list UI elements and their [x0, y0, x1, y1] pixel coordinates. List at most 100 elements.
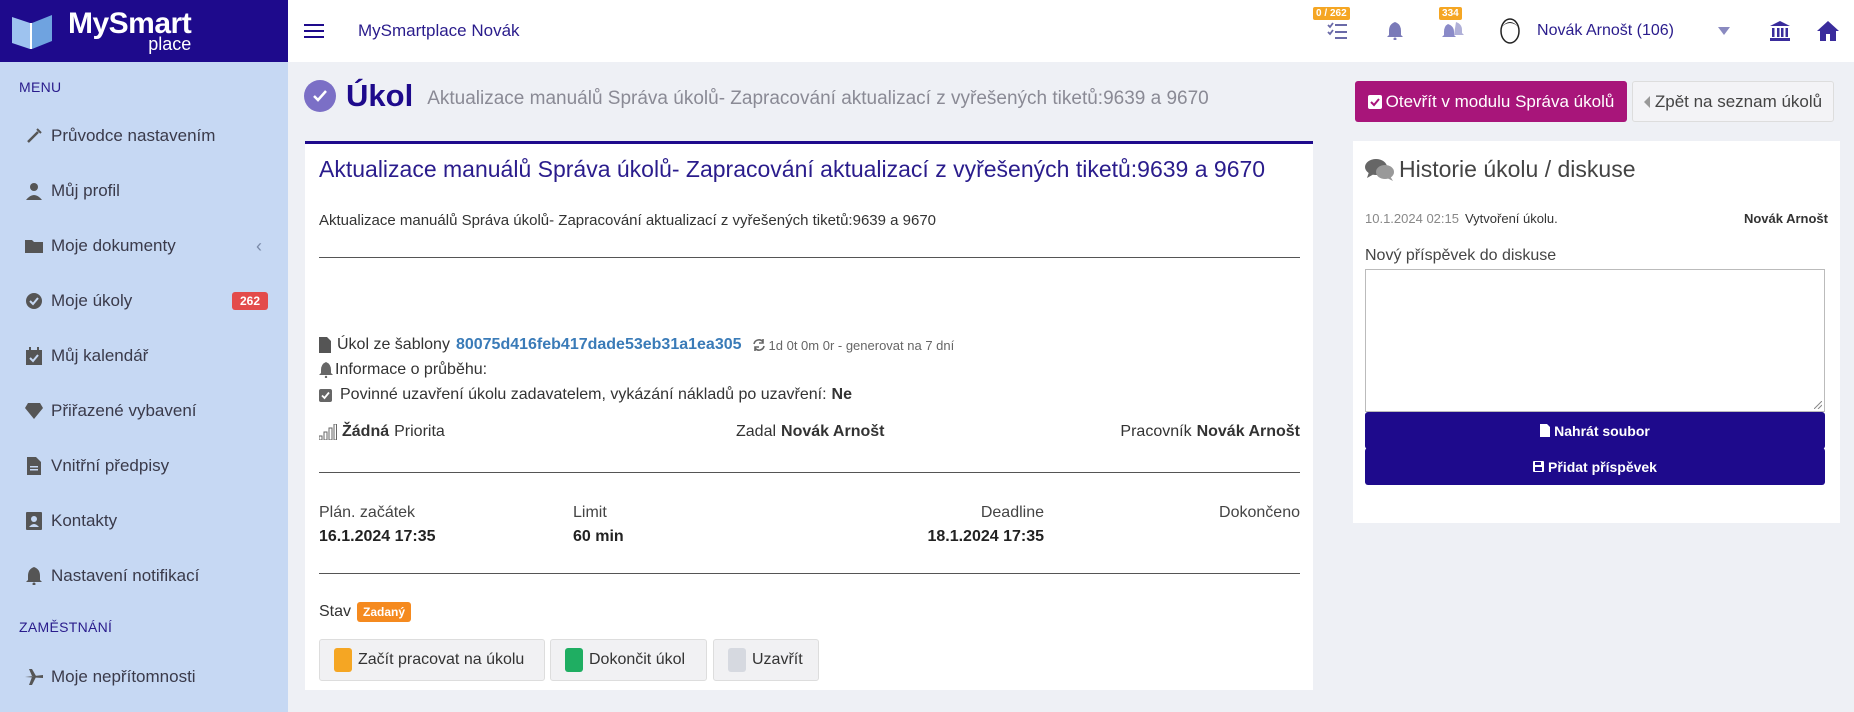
sidebar-item-setup-guide[interactable]: Průvodce nastavením: [0, 116, 288, 156]
done-label: Dokončeno: [1219, 504, 1300, 521]
plan-start-label: Plán. začátek: [319, 504, 416, 521]
close-task-button[interactable]: Uzavřít: [713, 639, 819, 681]
sidebar-item-label: Kontakty: [51, 511, 118, 530]
checkbox-icon: [1367, 94, 1382, 109]
user-menu[interactable]: Novák Arnošt (106): [1537, 22, 1674, 40]
announcements-icon[interactable]: 334: [1439, 7, 1465, 43]
menu-section-label: MENU: [19, 79, 62, 95]
sidebar-item-documents[interactable]: Moje dokumenty ‹: [0, 226, 288, 266]
notification-bell-icon[interactable]: [1383, 19, 1407, 43]
hamburger-menu-icon[interactable]: [304, 20, 324, 42]
sidebar-item-label: Nastavení notifikací: [51, 566, 200, 585]
page-header: Úkol Aktualizace manuálů Správa úkolů- Z…: [304, 78, 1209, 114]
chevron-down-icon[interactable]: [1712, 19, 1736, 43]
history-entry-date: 10.1.2024 02:15: [1365, 211, 1459, 226]
sidebar-item-equipment[interactable]: Přiřazené vybavení: [0, 391, 288, 431]
contact-icon: [24, 511, 44, 531]
calendar-icon: [24, 346, 44, 366]
folder-icon: [24, 236, 44, 256]
caret-left-icon: [1643, 95, 1650, 108]
user-icon: [24, 181, 44, 201]
history-entry: 10.1.2024 02:15 Vytvoření úkolu. Novák A…: [1365, 211, 1828, 226]
institution-icon[interactable]: [1768, 19, 1792, 43]
bell-icon: [319, 362, 333, 378]
divider: [319, 472, 1300, 473]
diamond-icon: [24, 401, 44, 421]
limit-value: 60 min: [573, 528, 624, 545]
comments-icon: [1365, 158, 1395, 182]
open-in-module-button[interactable]: Otevřít v modulu Správa úkolů: [1355, 81, 1627, 122]
avatar[interactable]: [1497, 16, 1523, 46]
resize-handle-icon[interactable]: [1814, 401, 1822, 409]
history-title: Historie úkolu / diskuse: [1399, 156, 1636, 182]
plan-start-value: 16.1.2024 17:35: [319, 528, 436, 545]
history-entry-author: Novák Arnošt: [1743, 211, 1828, 226]
document-icon: [24, 456, 44, 476]
task-description: Aktualizace manuálů Správa úkolů- Zaprac…: [319, 212, 937, 229]
save-icon: [1533, 461, 1545, 472]
sidebar-item-contacts[interactable]: Kontakty: [0, 501, 288, 541]
check-circle-icon: [24, 291, 44, 311]
finish-task-button[interactable]: Dokončit úkol: [550, 639, 707, 681]
state-row: Stav Zadaný: [319, 602, 412, 622]
divider: [319, 257, 1300, 258]
orange-square-icon: [334, 648, 352, 672]
plane-icon: [24, 667, 44, 687]
sidebar-item-absences[interactable]: Moje nepřítomnosti: [0, 657, 288, 697]
priority-value: Žádná: [342, 423, 390, 440]
worker-name: Novák Arnošt: [1196, 423, 1300, 440]
new-post-label: Nový příspěvek do diskuse: [1365, 247, 1557, 264]
page-title: Úkol: [346, 78, 414, 113]
sidebar-item-tasks[interactable]: Moje úkoly 262: [0, 281, 288, 321]
add-post-button[interactable]: Přidat příspěvek: [1365, 448, 1825, 485]
start-work-button[interactable]: Začít pracovat na úkolu: [319, 639, 545, 681]
template-link[interactable]: 80075d416feb417dade53eb31a1ea305: [456, 336, 742, 354]
page-subtitle: Aktualizace manuálů Správa úkolů- Zaprac…: [427, 88, 1209, 109]
assigner-name: Novák Arnošt: [781, 423, 885, 440]
wand-icon: [24, 126, 44, 146]
sidebar: MySmart place MENU Průvodce nastavením M…: [0, 0, 288, 712]
logo[interactable]: MySmart place: [0, 0, 288, 62]
tasks-counter-badge: 0 / 262: [1313, 7, 1350, 20]
deadline-value: 18.1.2024 17:35: [927, 528, 1044, 545]
new-post-textarea[interactable]: [1365, 269, 1825, 412]
back-to-list-button[interactable]: Zpět na seznam úkolů: [1632, 81, 1834, 122]
sidebar-item-regulations[interactable]: Vnitřní předpisy: [0, 446, 288, 486]
sidebar-item-label: Můj kalendář: [51, 346, 149, 365]
recurrence-text: 1d 0t 0m 0r - generovat na 7 dní: [768, 337, 955, 353]
template-row: Úkol ze šablony 80075d416feb417dade53eb3…: [319, 336, 954, 354]
assigner: Zadal Novák Arnošt: [736, 423, 885, 440]
logo-book-icon: [10, 11, 54, 51]
repeat-icon: [752, 338, 766, 352]
sidebar-item-calendar[interactable]: Můj kalendář: [0, 336, 288, 376]
tasks-count-badge: 262: [231, 292, 268, 310]
sidebar-item-label: Moje dokumenty: [51, 236, 176, 255]
sidebar-item-label: Průvodce nastavením: [51, 126, 216, 145]
progress-info-row: Informace o průběhu:: [319, 361, 487, 379]
task-history-card: Historie úkolu / diskuse 10.1.2024 02:15…: [1353, 141, 1840, 523]
announcements-counter-badge: 334: [1439, 7, 1462, 20]
history-entry-text: Vytvoření úkolu.: [1464, 211, 1558, 226]
status-badge: Zadaný: [357, 602, 412, 622]
task-list-icon[interactable]: 0 / 262: [1313, 7, 1350, 43]
upload-file-button[interactable]: Nahrát soubor: [1365, 412, 1825, 449]
closure-value: Ne: [831, 386, 852, 403]
sidebar-item-label: Vnitřní předpisy: [51, 456, 170, 475]
deadline-label: Deadline: [980, 504, 1044, 521]
signal-bars-icon: [319, 424, 337, 440]
file-icon: [1540, 424, 1551, 437]
task-detail-card: Aktualizace manuálů Správa úkolů- Zaprac…: [305, 141, 1313, 690]
worker: Pracovník Novák Arnošt: [1120, 423, 1300, 440]
sidebar-item-label: Přiřazené vybavení: [51, 401, 197, 420]
sidebar-item-notifications[interactable]: Nastavení notifikací: [0, 556, 288, 596]
priority: Žádná Priorita: [319, 423, 445, 441]
topbar: MySmartplace Novák 0 / 262 334 Novák Arn…: [288, 0, 1854, 62]
home-icon[interactable]: [1816, 19, 1840, 43]
bell-icon: [24, 566, 44, 586]
closure-row: Povinné uzavření úkolu zadavatelem, vyká…: [319, 386, 852, 404]
sidebar-item-label: Můj profil: [51, 181, 120, 200]
app-title[interactable]: MySmartplace Novák: [358, 21, 520, 41]
sidebar-item-profile[interactable]: Můj profil: [0, 171, 288, 211]
chevron-left-icon: ‹: [256, 235, 262, 256]
checkbox-checked-icon: [319, 388, 332, 402]
